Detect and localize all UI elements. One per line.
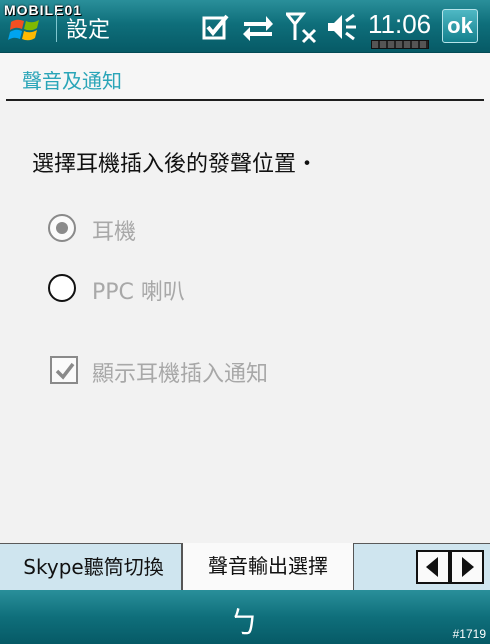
- prompt-text: 選擇耳機插入後的發聲位置・: [32, 152, 319, 177]
- tab-sound-output[interactable]: 聲音輸出選擇: [182, 543, 354, 591]
- app-title[interactable]: 設定: [66, 12, 110, 44]
- sync-arrows-icon[interactable]: [242, 12, 274, 42]
- ok-button[interactable]: ok: [442, 9, 478, 43]
- tab-scroll-right-icon[interactable]: [450, 550, 484, 584]
- title-divider: [56, 12, 57, 42]
- show-notification-label: 顯示耳機插入通知: [92, 362, 269, 387]
- page-title: 聲音及通知: [22, 69, 122, 93]
- windows-flag-icon[interactable]: [8, 14, 44, 46]
- radio-label-ppc-speaker: PPC 喇叭: [92, 280, 185, 305]
- tab-skype-earpiece[interactable]: Skype聽筒切換: [6, 544, 182, 590]
- tab-scroll-left-icon[interactable]: [416, 550, 450, 584]
- signal-off-icon[interactable]: [283, 12, 318, 44]
- show-notification-checkbox[interactable]: [50, 356, 78, 384]
- page-header: 聲音及通知: [0, 53, 490, 100]
- radio-button-headphones[interactable]: [48, 214, 76, 242]
- volume-muted-icon[interactable]: [326, 12, 358, 42]
- checkbox-tasks-icon[interactable]: [202, 12, 230, 42]
- battery-icon: [371, 40, 429, 49]
- clock[interactable]: 11:06: [368, 9, 431, 40]
- input-panel-button[interactable]: ㄅ: [229, 598, 259, 642]
- tab-strip: Skype聽筒切換 聲音輸出選擇: [0, 543, 490, 591]
- radio-button-ppc-speaker[interactable]: [48, 274, 76, 302]
- checkmark-icon: [55, 362, 75, 380]
- image-counter: #1719: [452, 627, 486, 641]
- radio-label-headphones: 耳機: [92, 220, 137, 245]
